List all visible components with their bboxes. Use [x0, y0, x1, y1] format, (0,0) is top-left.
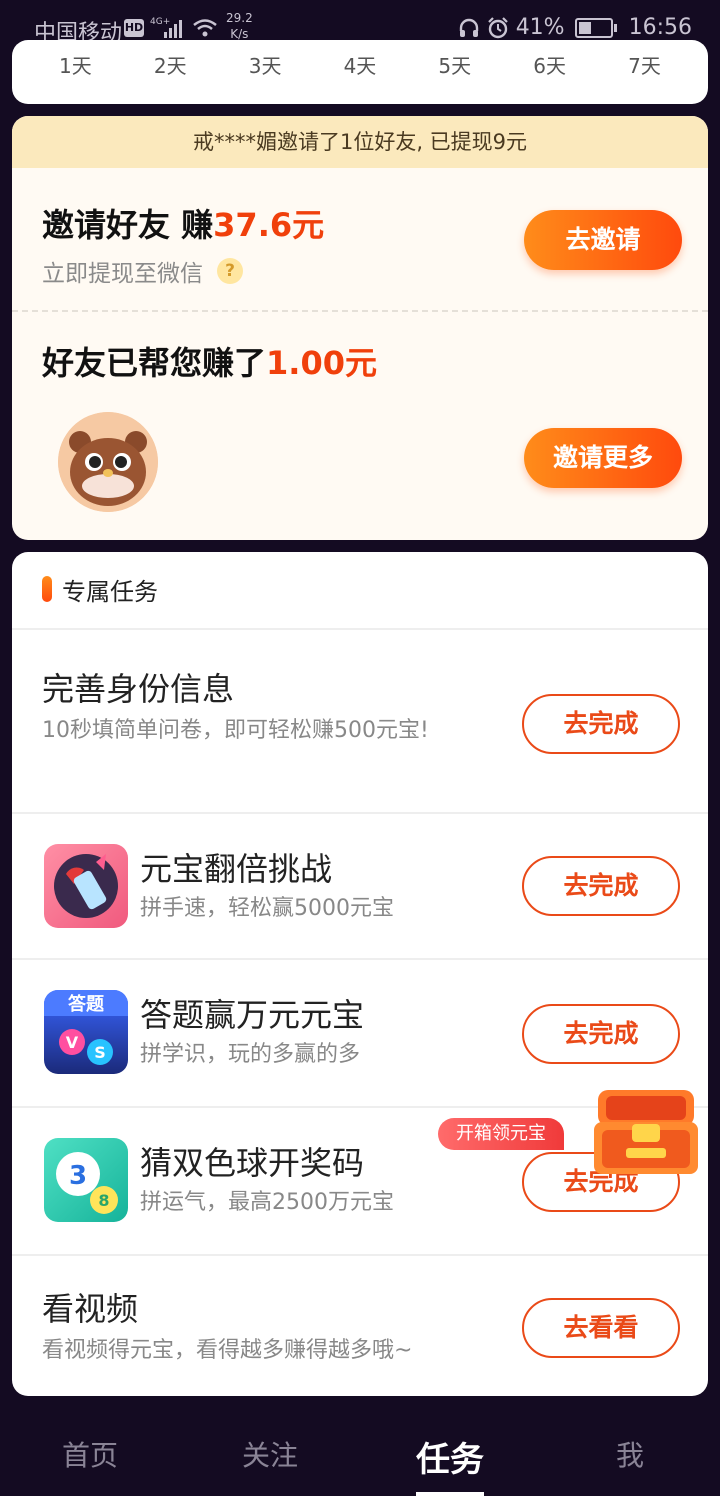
- divider: [12, 1254, 708, 1256]
- invite-reward-amount: 37.6元: [213, 206, 325, 244]
- divider: [12, 812, 708, 814]
- invite-more-button[interactable]: 邀请更多: [524, 428, 682, 488]
- task-title: 答题赢万元元宝: [140, 996, 365, 1034]
- task-title: 看视频: [42, 1290, 139, 1328]
- invite-title-text: 邀请好友 赚: [42, 206, 214, 244]
- signal-icon: 4G+: [150, 17, 182, 38]
- divider: [12, 628, 708, 630]
- tasks-header: 专属任务: [42, 574, 158, 606]
- treasure-chest-icon[interactable]: [586, 1082, 706, 1178]
- nav-tasks[interactable]: 任务: [390, 1432, 510, 1481]
- earned-text: 好友已帮您赚了: [42, 344, 267, 382]
- clock: 16:56: [628, 15, 692, 40]
- lottery-ball-icon: 3 8: [44, 1138, 128, 1222]
- divider: [12, 958, 708, 960]
- task-subtitle: 拼手速，轻松赢5000元宝: [140, 896, 394, 921]
- network-speed: 29.2 K/s: [226, 10, 253, 42]
- day-label: 5天: [438, 54, 472, 78]
- complete-button[interactable]: 去完成: [522, 856, 680, 916]
- day-label: 1天: [59, 54, 92, 78]
- svg-text:V: V: [66, 1033, 79, 1052]
- nav-home[interactable]: 首页: [30, 1434, 150, 1474]
- task-title: 完善身份信息: [42, 670, 235, 708]
- dashed-divider: [12, 310, 708, 312]
- wifi-icon: [193, 19, 217, 37]
- task-subtitle: 拼运气，最高2500万元宝: [140, 1190, 394, 1215]
- invite-subtitle-text: 立即提现至微信: [42, 261, 203, 287]
- svg-text:3: 3: [69, 1161, 87, 1191]
- svg-text:4G+: 4G+: [150, 17, 170, 27]
- day-label: 6天: [533, 54, 566, 78]
- headset-icon: [459, 18, 478, 37]
- task-title: 元宝翻倍挑战: [140, 850, 333, 888]
- task-subtitle: 看视频得元宝，看得越多赚得越多哦~: [42, 1338, 413, 1363]
- friends-earned-title: 好友已帮您赚了1.00元: [42, 338, 377, 384]
- day-label: 4天: [343, 54, 377, 78]
- battery-percent: 41%: [515, 15, 565, 40]
- quiz-icon-label: 答题: [68, 993, 105, 1015]
- tasks-header-label: 专属任务: [62, 577, 158, 606]
- alarm-icon: [487, 16, 508, 38]
- day-label: 3天: [248, 54, 282, 78]
- invite-title: 邀请好友 赚37.6元: [42, 200, 324, 246]
- complete-button[interactable]: 去完成: [522, 694, 680, 754]
- invite-button[interactable]: 去邀请: [524, 210, 682, 270]
- bear-avatar-icon: [58, 412, 158, 512]
- hd-icon: HD: [124, 19, 144, 37]
- chest-reward-tag[interactable]: 开箱领元宝: [438, 1118, 564, 1150]
- earned-amount: 1.00元: [266, 344, 377, 382]
- svg-text:S: S: [94, 1043, 106, 1062]
- nav-me[interactable]: 我: [570, 1434, 690, 1474]
- battery-icon: [574, 17, 617, 38]
- day-label: 7天: [628, 54, 661, 78]
- svg-text:8: 8: [98, 1191, 109, 1210]
- nav-active-indicator: [416, 1492, 484, 1496]
- checkin-days-card: 1天 2天 3天 4天 5天 6天 7天: [12, 40, 708, 104]
- nav-follow[interactable]: 关注: [210, 1434, 330, 1474]
- complete-button[interactable]: 去完成: [522, 1004, 680, 1064]
- lipstick-game-icon: [44, 844, 128, 928]
- avatar[interactable]: [58, 412, 158, 512]
- help-icon[interactable]: ?: [217, 258, 243, 284]
- day-label: 2天: [153, 54, 187, 78]
- invite-card: 戒****媚邀请了1位好友, 已提现9元 邀请好友 赚37.6元 立即提现至微信…: [12, 116, 708, 540]
- invite-subtitle: 立即提现至微信 ?: [42, 254, 243, 288]
- section-marker-icon: [42, 576, 52, 602]
- quiz-vs-icon: 答题 V S: [44, 990, 128, 1074]
- bottom-nav: 首页 关注 任务 我: [0, 1408, 720, 1496]
- task-subtitle: 拼学识，玩的多赢的多: [140, 1042, 361, 1067]
- watch-button[interactable]: 去看看: [522, 1298, 680, 1358]
- invite-marquee-banner: 戒****媚邀请了1位好友, 已提现9元: [12, 116, 708, 168]
- speed-value: 29.2: [226, 11, 253, 25]
- exclusive-tasks-card: 专属任务 完善身份信息 10秒填简单问卷，即可轻松赚500元宝! 去完成 元宝翻…: [12, 552, 708, 1396]
- task-subtitle: 10秒填简单问卷，即可轻松赚500元宝!: [42, 718, 429, 743]
- checkin-days-row: 1天 2天 3天 4天 5天 6天 7天: [12, 50, 708, 79]
- task-title: 猜双色球开奖码: [140, 1144, 365, 1182]
